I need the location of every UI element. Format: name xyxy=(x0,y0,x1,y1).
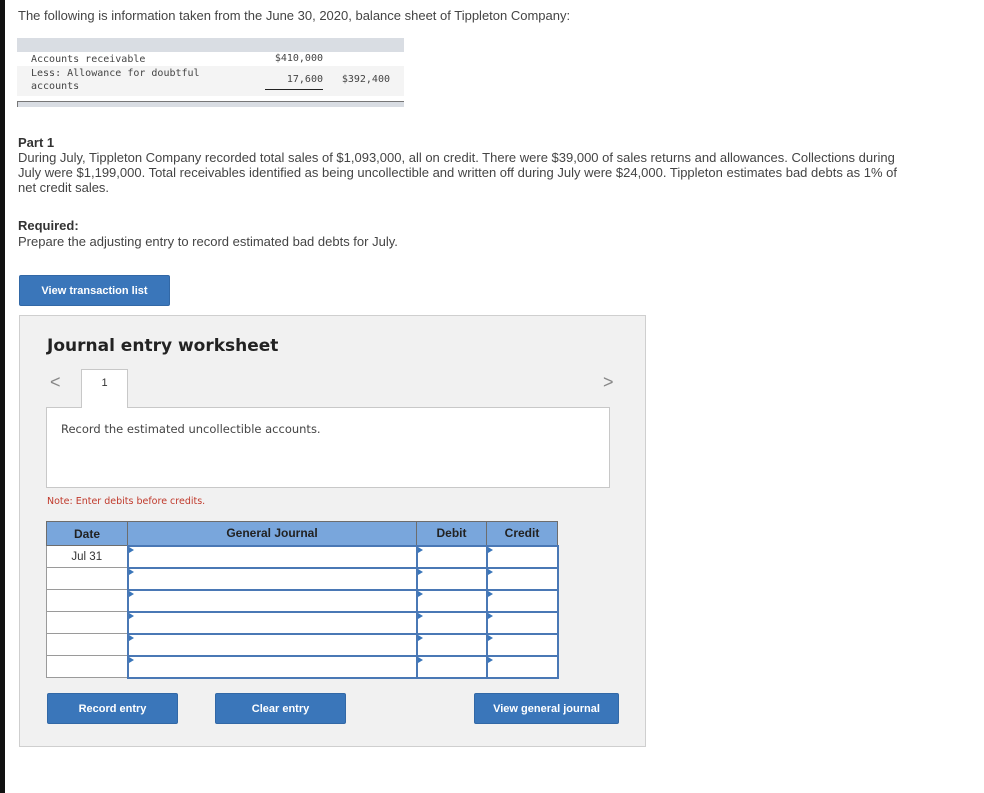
journal-row: Jul 31 xyxy=(46,544,559,569)
worksheet-title: Journal entry worksheet xyxy=(47,336,279,356)
account-input[interactable] xyxy=(128,546,416,567)
credit-input[interactable] xyxy=(487,634,557,655)
debit-cell[interactable] xyxy=(415,610,488,635)
balance-sheet-row: Less: Allowance for doubtful accounts 17… xyxy=(17,66,404,96)
credit-cell[interactable] xyxy=(485,588,559,613)
journal-table: Date General Journal Debit Credit Jul 31 xyxy=(46,521,559,679)
credit-input[interactable] xyxy=(487,656,557,677)
account-cell[interactable] xyxy=(126,588,418,613)
chevron-right-icon[interactable]: > xyxy=(603,372,614,393)
debit-input[interactable] xyxy=(417,568,486,589)
account-input[interactable] xyxy=(128,656,416,677)
debit-cell[interactable] xyxy=(415,632,488,657)
account-cell[interactable] xyxy=(126,544,418,569)
entry-note: Note: Enter debits before credits. xyxy=(47,496,206,507)
view-transaction-list-button[interactable]: View transaction list xyxy=(19,275,170,306)
view-general-journal-button[interactable]: View general journal xyxy=(474,693,619,724)
balance-sheet-header-bar xyxy=(17,38,404,52)
date-cell xyxy=(46,655,128,678)
date-cell: Jul 31 xyxy=(46,545,128,568)
left-border-strip xyxy=(0,0,5,793)
date-cell xyxy=(46,633,128,656)
row-amount: 17,600 xyxy=(264,74,323,90)
debit-cell[interactable] xyxy=(415,654,488,679)
date-cell xyxy=(46,589,128,612)
header-debit: Debit xyxy=(416,521,487,546)
debit-cell[interactable] xyxy=(415,566,488,591)
credit-cell[interactable] xyxy=(485,544,559,569)
debit-input[interactable] xyxy=(417,546,486,567)
credit-input[interactable] xyxy=(487,590,557,611)
date-cell xyxy=(46,567,128,590)
journal-row xyxy=(46,632,559,657)
account-cell[interactable] xyxy=(126,610,418,635)
row-amount: $410,000 xyxy=(274,53,323,64)
intro-text: The following is information taken from … xyxy=(18,8,571,23)
journal-row xyxy=(46,588,559,613)
journal-row xyxy=(46,610,559,635)
date-cell xyxy=(46,611,128,634)
journal-row xyxy=(46,566,559,591)
required-body: Prepare the adjusting entry to record es… xyxy=(18,234,398,249)
credit-input[interactable] xyxy=(487,546,557,567)
journal-table-header: Date General Journal Debit Credit xyxy=(46,521,558,546)
clear-entry-button[interactable]: Clear entry xyxy=(215,693,346,724)
account-cell[interactable] xyxy=(126,632,418,657)
account-input[interactable] xyxy=(128,590,416,611)
row-label: Less: Allowance for doubtful accounts xyxy=(31,68,200,92)
header-credit: Credit xyxy=(486,521,558,546)
balance-sheet-row: Accounts receivable $410,000 xyxy=(17,52,404,66)
account-input[interactable] xyxy=(128,612,416,633)
debit-input[interactable] xyxy=(417,590,486,611)
row-label: Accounts receivable xyxy=(31,54,146,65)
debit-cell[interactable] xyxy=(415,588,488,613)
debit-cell[interactable] xyxy=(415,544,488,569)
required-section: Required: Prepare the adjusting entry to… xyxy=(18,218,398,250)
credit-input[interactable] xyxy=(487,568,557,589)
balance-sheet-footer-bar xyxy=(17,101,404,107)
debit-input[interactable] xyxy=(417,634,486,655)
tab-entry-1[interactable]: 1 xyxy=(81,369,128,408)
part1-section: Part 1 During July, Tippleton Company re… xyxy=(18,135,918,195)
part1-title: Part 1 xyxy=(18,135,55,150)
account-input[interactable] xyxy=(128,568,416,589)
account-cell[interactable] xyxy=(126,566,418,591)
account-cell[interactable] xyxy=(126,654,418,679)
header-date: Date xyxy=(46,521,128,546)
account-input[interactable] xyxy=(128,634,416,655)
entry-description: Record the estimated uncollectible accou… xyxy=(61,422,321,436)
credit-cell[interactable] xyxy=(485,610,559,635)
part1-body: During July, Tippleton Company recorded … xyxy=(18,150,898,195)
journal-row xyxy=(46,654,559,679)
journal-entry-worksheet: Journal entry worksheet < 1 > Record the… xyxy=(19,315,646,747)
row-total: $392,400 xyxy=(341,74,390,85)
credit-cell[interactable] xyxy=(485,566,559,591)
required-title: Required: xyxy=(18,218,79,233)
credit-input[interactable] xyxy=(487,612,557,633)
credit-cell[interactable] xyxy=(485,654,559,679)
entry-description-box: Record the estimated uncollectible accou… xyxy=(46,407,610,488)
balance-sheet-table: Accounts receivable $410,000 Less: Allow… xyxy=(17,38,404,107)
debit-input[interactable] xyxy=(417,612,486,633)
credit-cell[interactable] xyxy=(485,632,559,657)
chevron-left-icon[interactable]: < xyxy=(50,372,61,393)
debit-input[interactable] xyxy=(417,656,486,677)
record-entry-button[interactable]: Record entry xyxy=(47,693,178,724)
header-general-journal: General Journal xyxy=(127,521,417,546)
